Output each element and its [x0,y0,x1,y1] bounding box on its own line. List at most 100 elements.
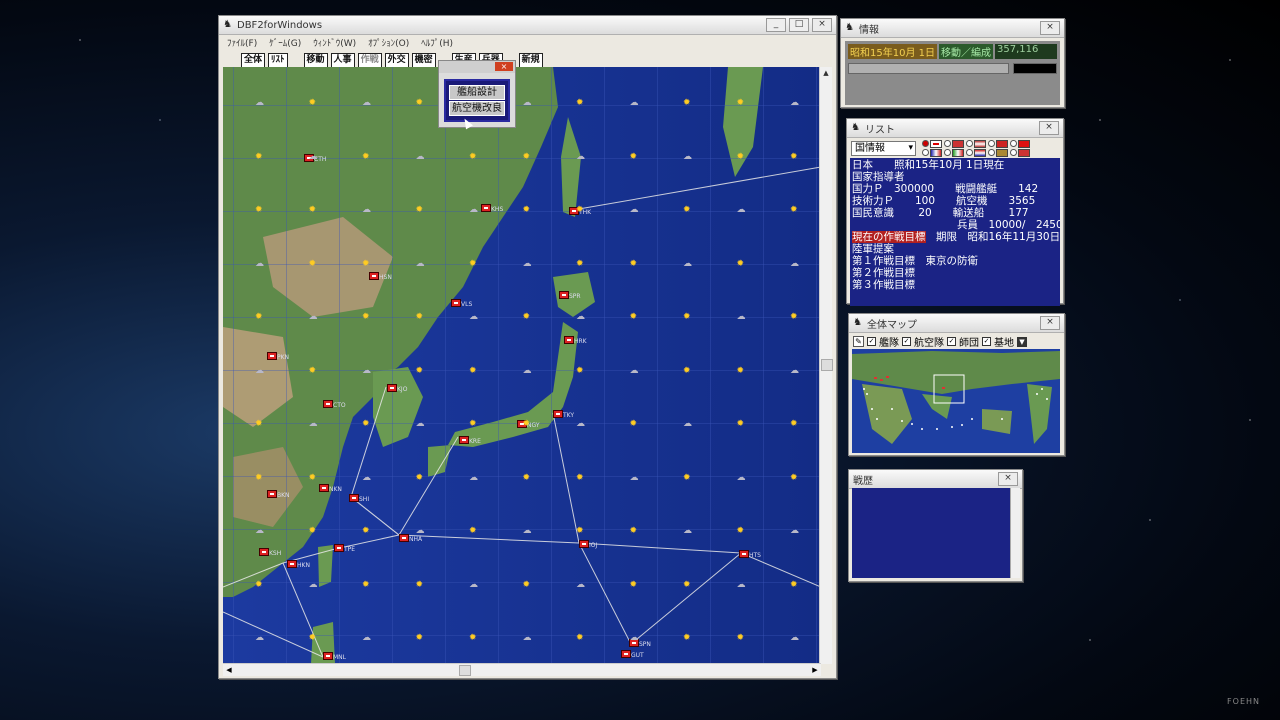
list-close-button[interactable]: × [1039,121,1059,135]
info-line-target2: 第２作戦目標 [852,267,915,279]
strategic-map[interactable]: CTH KHS THK HSN VLS SPR HRK PKN KJO CTO NGY TKY KRE S… [223,67,821,664]
tool-overview-button[interactable]: 全体 [241,52,266,68]
base-marker[interactable] [564,336,574,344]
info-titlebar[interactable]: ♞ 情報 × [841,19,1064,38]
menu-option[interactable]: ｵﾌﾟｼｮﾝ(O) [368,36,409,49]
main-window-title: DBF2forWindows [237,19,323,31]
base-label: KJO [397,386,408,393]
base-marker[interactable] [323,652,333,660]
country-other-radio[interactable] [1010,148,1030,157]
hscroll-thumb[interactable] [459,665,471,676]
base-marker[interactable] [481,204,491,212]
scroll-up-icon[interactable]: ▲ [820,67,832,79]
pen-icon[interactable]: ✎ [853,336,864,347]
base-label: TKY [563,412,575,419]
history-titlebar[interactable]: 戦歴 × [849,470,1022,489]
status-bar [1013,63,1057,74]
base-marker[interactable] [569,207,579,215]
base-label: MNL [333,654,347,661]
target-deadline: 期限 昭和16年11月30日 [925,231,1060,243]
tool-new-button[interactable]: 新規 [518,52,543,68]
base-layer: CTH KHS THK HSN VLS SPR HRK PKN KJO CTO NGY TKY KRE S… [223,67,821,664]
scroll-left-icon[interactable]: ◀ [223,664,235,676]
aircraft-improve-button[interactable]: 航空機改良 [449,101,505,116]
info-line-troops: 兵員 10000/ 24500 [852,219,1060,231]
base-label: IOJ [589,542,598,549]
base-marker[interactable] [629,639,639,647]
base-marker[interactable] [369,272,379,280]
overview-close-button[interactable]: × [1040,316,1060,330]
close-button[interactable]: × [812,18,832,32]
tool-personnel-button[interactable]: 人事 [330,52,355,68]
country-netherlands-radio[interactable] [966,148,986,157]
base-label: TPE [344,546,356,553]
country-usa-radio[interactable] [966,139,986,148]
base-marker[interactable] [259,548,269,556]
base-marker[interactable] [267,490,277,498]
base-marker[interactable] [387,384,397,392]
base-marker[interactable] [451,299,461,307]
watermark-logo: FOEHN [1227,697,1260,706]
division-checkbox[interactable]: ✓ [947,337,956,346]
history-close-button[interactable]: × [998,472,1018,486]
minimize-button[interactable]: _ [766,18,786,32]
base-marker[interactable] [287,560,297,568]
tool-operation-button[interactable]: 作戦 [357,52,382,68]
menu-file[interactable]: ﾌｧｲﾙ(F) [227,36,257,49]
overview-titlebar[interactable]: ♞ 全体マップ × [849,314,1064,333]
base-marker[interactable] [553,410,563,418]
popup-close-button[interactable]: × [495,62,513,71]
popup-titlebar[interactable]: × [439,61,515,73]
country-germany-radio[interactable] [988,139,1008,148]
tool-secret-button[interactable]: 機密 [411,52,436,68]
base-marker[interactable] [399,534,409,542]
country-china-radio[interactable] [988,148,1008,157]
base-marker[interactable] [349,494,359,502]
country-uk-radio[interactable] [944,139,964,148]
base-label: KSH [269,550,282,557]
info-line-target: 現在の作戦目標 期限 昭和16年11月30日 [852,231,1060,243]
menu-help[interactable]: ﾍﾙﾌﾟ(H) [421,36,453,49]
country-france-radio[interactable] [922,148,942,157]
map-horizontal-scrollbar[interactable]: ◀ ▶ [223,663,821,676]
base-checkbox[interactable]: ✓ [982,337,991,346]
air-check-label: 航空隊 [914,338,944,349]
air-checkbox[interactable]: ✓ [902,337,911,346]
score-value: 357,116 [995,44,1057,59]
main-titlebar[interactable]: ♞ DBF2forWindows _ □ × [219,16,836,35]
menu-window[interactable]: ｳｨﾝﾄﾞｳ(W) [313,36,356,49]
country-ussr-radio[interactable] [1010,139,1030,148]
tool-list-button[interactable]: ﾘｽﾄ [268,52,288,68]
base-marker[interactable] [517,420,527,428]
tool-diplomacy-button[interactable]: 外交 [384,52,409,68]
list-titlebar[interactable]: ♞ リスト × [847,119,1063,138]
base-marker[interactable] [334,544,344,552]
base-marker[interactable] [304,154,314,162]
maximize-button[interactable]: □ [789,18,809,32]
country-japan-radio[interactable] [922,139,942,148]
map-vertical-scrollbar[interactable]: ▲ [819,67,833,664]
current-date: 昭和15年10月 1日 [848,44,937,59]
dropdown-icon[interactable]: ▼ [1017,336,1027,347]
base-marker[interactable] [621,650,631,658]
base-marker[interactable] [559,291,569,299]
list-type-dropdown[interactable]: 国情報 [851,140,916,156]
tool-move-button[interactable]: 移動 [303,52,328,68]
base-marker[interactable] [459,436,469,444]
fleet-checkbox[interactable]: ✓ [867,337,876,346]
base-label: NGY [527,422,540,429]
base-marker[interactable] [739,550,749,558]
scroll-right-icon[interactable]: ▶ [809,664,821,676]
base-marker[interactable] [319,484,329,492]
menu-game[interactable]: ｹﾞｰﾑ(G) [269,36,301,49]
vscroll-thumb[interactable] [821,359,833,371]
world-minimap[interactable] [852,349,1060,453]
base-marker[interactable] [323,400,333,408]
base-marker[interactable] [267,352,277,360]
history-scrollbar[interactable] [1010,488,1020,578]
country-italy-radio[interactable] [944,148,964,157]
base-marker[interactable] [579,540,589,548]
info-window-title: 情報 [859,24,879,36]
ship-design-button[interactable]: 艦船設計 [449,85,505,100]
info-close-button[interactable]: × [1040,21,1060,35]
